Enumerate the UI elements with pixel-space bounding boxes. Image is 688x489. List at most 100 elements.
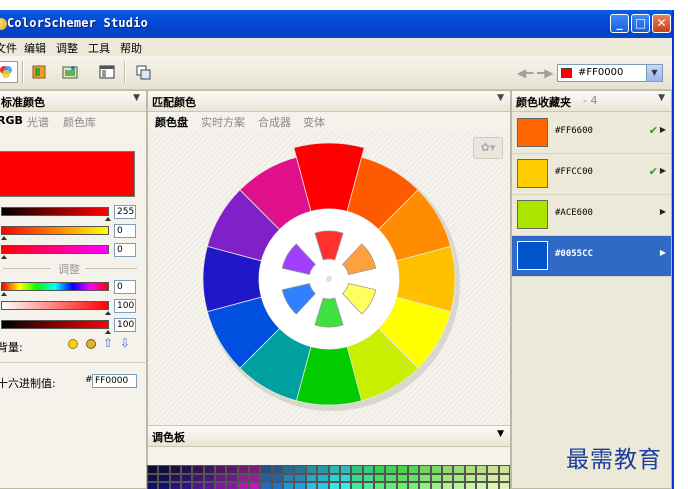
palette-swatch[interactable]	[419, 482, 431, 489]
hue-value-input[interactable]: 0	[114, 280, 136, 294]
palette-swatch[interactable]	[169, 473, 182, 482]
palette-swatch[interactable]	[339, 473, 352, 482]
red-value-input[interactable]: 255	[114, 205, 136, 219]
favorite-item-selected[interactable]: #0055CC ▶	[512, 236, 671, 277]
palette-swatch[interactable]	[328, 482, 340, 489]
palette-swatch[interactable]	[158, 473, 170, 482]
palette-swatch[interactable]	[453, 482, 465, 489]
palette-swatch[interactable]	[192, 465, 204, 474]
palette-swatch[interactable]	[487, 482, 499, 489]
chevron-right-icon[interactable]: ▶	[660, 166, 666, 175]
forward-arrow-icon[interactable]: ━▶	[537, 66, 553, 80]
palette-swatch[interactable]	[475, 473, 488, 482]
sun-bright-icon[interactable]	[68, 339, 78, 349]
palette-swatch[interactable]	[158, 465, 170, 474]
back-arrow-icon[interactable]: ◀━	[517, 66, 533, 80]
palette-swatch[interactable]	[339, 482, 352, 489]
close-button[interactable]: ✕	[652, 14, 671, 33]
palette-swatch[interactable]	[283, 473, 295, 482]
palette-swatch[interactable]	[351, 473, 363, 482]
palette-swatch[interactable]	[430, 465, 442, 474]
arrow-down-icon[interactable]: ⇩	[120, 336, 130, 350]
tab-color-library[interactable]: 颜色库	[63, 114, 96, 130]
palette-swatch[interactable]	[294, 473, 306, 482]
chevron-right-icon[interactable]: ▶	[660, 248, 666, 257]
palette-swatch[interactable]	[192, 482, 204, 489]
hue-slider[interactable]	[1, 282, 109, 291]
palette-swatch[interactable]	[419, 465, 431, 474]
palette-swatch[interactable]	[396, 482, 408, 489]
panel-menu-icon[interactable]: ▼	[133, 93, 140, 103]
tool-window[interactable]	[95, 61, 119, 83]
palette-swatch[interactable]	[249, 473, 261, 482]
palette-swatch[interactable]	[305, 465, 318, 474]
palette-swatch[interactable]	[317, 482, 329, 489]
palette-swatch[interactable]	[396, 473, 408, 482]
palette-swatch[interactable]	[362, 473, 374, 482]
palette-swatch[interactable]	[419, 473, 431, 482]
saturation-slider-thumb[interactable]	[105, 311, 111, 315]
palette-swatch[interactable]	[396, 465, 408, 474]
title-bar[interactable]: ColorSchemer Studio _ □ ✕	[0, 10, 672, 38]
palette-swatch[interactable]	[294, 465, 306, 474]
green-slider-thumb[interactable]	[1, 236, 7, 240]
palette-swatch[interactable]	[362, 465, 374, 474]
tab-spectrum[interactable]: 光谱	[27, 114, 49, 130]
palette-swatch[interactable]	[373, 482, 386, 489]
maximize-button[interactable]: □	[631, 14, 650, 33]
palette-swatch[interactable]	[498, 473, 510, 482]
palette-swatch[interactable]	[283, 465, 295, 474]
palette-swatch[interactable]	[475, 465, 488, 474]
palette-swatch[interactable]	[328, 465, 340, 474]
palette-swatch[interactable]	[271, 465, 284, 474]
palette-swatch[interactable]	[147, 473, 159, 482]
palette-swatch[interactable]	[215, 465, 227, 474]
tab-variations[interactable]: 变体	[303, 114, 325, 130]
panel-menu-icon[interactable]: ▼	[497, 93, 504, 103]
palette-swatch[interactable]	[260, 482, 272, 489]
palette-swatch[interactable]	[351, 482, 363, 489]
saturation-value-input[interactable]: 100	[114, 299, 136, 313]
palette-swatch[interactable]	[441, 482, 454, 489]
palette-swatch[interactable]	[158, 482, 170, 489]
palette-swatch[interactable]	[237, 465, 250, 474]
palette-swatch[interactable]	[339, 465, 352, 474]
blue-value-input[interactable]: 0	[114, 243, 136, 257]
palette-swatch[interactable]	[260, 465, 272, 474]
palette-swatch[interactable]	[385, 482, 397, 489]
brightness-value-input[interactable]: 100	[114, 318, 136, 332]
palette-swatch[interactable]	[271, 473, 284, 482]
favorite-item[interactable]: #FFCC00 ✔ ▶	[512, 154, 671, 195]
palette-swatch[interactable]	[362, 482, 374, 489]
palette-swatch[interactable]	[430, 482, 442, 489]
palette-grid[interactable]	[147, 465, 510, 489]
palette-swatch[interactable]	[226, 465, 238, 474]
palette-swatch[interactable]	[498, 482, 510, 489]
palette-swatch[interactable]	[147, 465, 159, 474]
palette-swatch[interactable]	[169, 465, 182, 474]
palette-swatch[interactable]	[249, 465, 261, 474]
tool-image-picker[interactable]	[58, 61, 82, 83]
palette-swatch[interactable]	[192, 473, 204, 482]
sun-dim-icon[interactable]	[86, 339, 96, 349]
tab-color-wheel[interactable]: 颜色盘	[155, 114, 188, 130]
favorite-item[interactable]: #FF6600 ✔ ▶	[512, 113, 671, 154]
palette-swatch[interactable]	[487, 473, 499, 482]
chevron-right-icon[interactable]: ▶	[660, 207, 666, 216]
palette-swatch[interactable]	[385, 465, 397, 474]
palette-swatch[interactable]	[487, 465, 499, 474]
palette-swatch[interactable]	[453, 465, 465, 474]
palette-swatch[interactable]	[181, 473, 193, 482]
tool-swatch-book[interactable]	[27, 61, 51, 83]
palette-swatch[interactable]	[317, 473, 329, 482]
palette-swatch[interactable]	[385, 473, 397, 482]
palette-swatch[interactable]	[305, 473, 318, 482]
palette-swatch[interactable]	[181, 482, 193, 489]
palette-swatch[interactable]	[237, 482, 250, 489]
palette-swatch[interactable]	[498, 465, 510, 474]
chevron-down-icon[interactable]: ▼	[646, 65, 662, 81]
green-slider[interactable]	[1, 226, 109, 235]
menu-help[interactable]: 帮助	[120, 40, 142, 56]
menu-file[interactable]: 文件	[0, 40, 17, 56]
palette-swatch[interactable]	[475, 482, 488, 489]
